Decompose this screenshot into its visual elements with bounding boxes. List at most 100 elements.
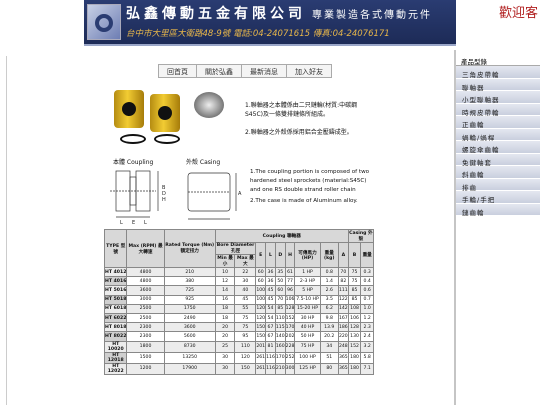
table-cell: 128 xyxy=(284,303,296,314)
table-cell: 22 xyxy=(234,266,257,278)
sidebar-item-sprocket[interactable]: 鏈齒輪 xyxy=(456,203,540,217)
table-cell: 60 xyxy=(255,266,267,278)
col-maxb: Max 最大 xyxy=(234,254,257,268)
table-cell: HT 10020 xyxy=(103,340,128,353)
table-cell: 167 xyxy=(337,312,349,324)
col-l: L xyxy=(265,242,276,268)
table-cell: 45 xyxy=(265,285,276,296)
table-cell: 45 xyxy=(265,294,276,305)
sidebar-item-timing-pulley[interactable]: 時規皮帶輪 xyxy=(456,103,540,117)
table-row: HT 6022 2500 2490 18 75 120 54 110 152 30 HP 9.8 16… xyxy=(103,312,374,324)
table-cell: 77 xyxy=(284,276,296,287)
table-cell: 261 xyxy=(255,362,267,375)
table-cell: 3600 xyxy=(163,322,216,333)
sidebar-item-keyless-bushing[interactable]: 免鍵軸套 xyxy=(456,153,540,167)
table-cell: 170 xyxy=(274,351,286,364)
table-cell: 1.0 xyxy=(360,303,374,314)
col-weight: 重量 (kg) xyxy=(319,242,339,268)
table-cell: 2500 xyxy=(126,303,165,314)
nav-home[interactable]: 回首頁 xyxy=(159,65,197,77)
sidebar-item-helical-gear[interactable]: 斜齒輪 xyxy=(456,166,540,179)
table-cell: 180 xyxy=(347,351,362,364)
table-cell: 14 xyxy=(214,285,236,296)
table-cell: 2.3 xyxy=(360,322,374,333)
table-cell: 8730 xyxy=(163,340,216,353)
table-cell: 96 xyxy=(284,285,296,296)
table-cell: 50 xyxy=(274,276,286,287)
table-cell: 1500 xyxy=(126,351,165,364)
table-row: HT 10020 1800 8730 25 110 201 81 160 228 75 HP 34 2… xyxy=(103,340,374,353)
table-cell: 67 xyxy=(265,322,276,333)
table-row: HT 4012 4800 210 10 22 60 36 35 61 1 HP 0.8 70 75 0.3 xyxy=(103,266,374,278)
sidebar-item-spur-gear[interactable]: 正齒輪 xyxy=(456,116,540,129)
description-english: 1.The coupling portion is composed of tw… xyxy=(250,168,375,208)
table-cell: 122 xyxy=(337,294,349,305)
table-cell: 30 xyxy=(214,362,236,375)
table-cell: 186 xyxy=(337,322,349,333)
table-cell: 70 xyxy=(274,294,286,305)
sidebar-item-worm-gear[interactable]: 蝸輪/蝸桿 xyxy=(456,128,540,142)
table-cell: 2490 xyxy=(163,312,216,324)
coupling-yellow-right xyxy=(150,94,180,132)
table-cell: 106 xyxy=(347,312,362,324)
table-cell: 365 xyxy=(337,351,349,364)
description-chinese: 1.聯軸器之本體係由二只鏈輪(材質:中碳鋼 S45C)及一條雙排鏈條所組成。 2… xyxy=(245,101,370,146)
table-row: HT 12022 1200 17900 30 150 261 116 210 300 125 HP… xyxy=(103,362,374,375)
table-cell: 45 xyxy=(234,294,257,305)
table-cell: HT 4012 xyxy=(103,266,128,278)
table-cell: 106 xyxy=(284,294,296,305)
table-cell: 140 xyxy=(274,331,286,342)
table-cell: 13.9 xyxy=(319,322,339,333)
spec-table: TYPE 型號 Max (RPM) 最大轉速 Rated Torque (Nm)… xyxy=(103,229,375,375)
table-cell: 220 xyxy=(337,331,349,342)
col-casing: Casing 外殼 xyxy=(347,229,375,243)
table-cell: 61 xyxy=(284,266,296,278)
sprocket-image xyxy=(194,92,224,118)
table-cell: 300 xyxy=(284,362,296,375)
table-cell: HT 8022 xyxy=(103,331,128,342)
table-row: HT 12018 1500 13250 30 120 261 116 170 252 100 HP… xyxy=(103,351,374,364)
table-cell: 925 xyxy=(163,294,216,305)
sidebar-item-v-belt-pulley[interactable]: 三角皮帶輪 xyxy=(456,66,540,79)
table-cell: 2.6 xyxy=(319,285,339,296)
table-cell: 152 xyxy=(347,340,362,353)
nav-add-friend[interactable]: 加入好友 xyxy=(287,65,331,77)
table-cell: 1.2 xyxy=(360,312,374,324)
table-cell: 210 xyxy=(274,362,286,375)
table-cell: 35 xyxy=(274,266,286,278)
table-cell: 110 xyxy=(234,340,257,353)
table-cell: 20.2 xyxy=(319,331,339,342)
sidebar-item-rack[interactable]: 排齒 xyxy=(456,178,540,192)
col-b: B xyxy=(347,242,362,268)
table-cell: 25 xyxy=(214,340,236,353)
table-cell: 725 xyxy=(163,285,216,296)
table-cell: 110 xyxy=(274,312,286,324)
table-cell: 116 xyxy=(265,362,276,375)
table-cell: 228 xyxy=(284,340,296,353)
table-row: HT 8018 2300 3600 20 75 150 67 115 170 40 HP 13.9 1… xyxy=(103,322,374,333)
coupling-yellow-left xyxy=(114,90,144,128)
table-cell: 18 xyxy=(214,312,236,324)
nav-about[interactable]: 關於弘鑫 xyxy=(197,65,242,77)
sidebar-item-bevel-gear[interactable]: 螺旋傘齒輪 xyxy=(456,141,540,154)
table-cell: 34 xyxy=(319,340,339,353)
company-address: 台中市大里區大衛路48-9號 電話:04-24071615 傳真:04-2407… xyxy=(126,29,390,39)
table-cell: HT 6018 xyxy=(103,303,128,314)
table-cell: 202 xyxy=(284,331,296,342)
table-cell: 3600 xyxy=(126,285,165,296)
nav-news[interactable]: 最新消息 xyxy=(242,65,287,77)
sidebar-item-small-coupling[interactable]: 小型聯軸器 xyxy=(456,91,540,104)
table-cell: 252 xyxy=(284,351,296,364)
table-cell: 2300 xyxy=(126,322,165,333)
welcome-text: 歡迎客 xyxy=(498,6,538,21)
table-cell: 1800 xyxy=(126,340,165,353)
table-cell: 60 xyxy=(255,276,267,287)
table-cell: 67 xyxy=(265,331,276,342)
table-cell: HT 12018 xyxy=(103,351,128,364)
sidebar-item-handwheel[interactable]: 手輪/手把 xyxy=(456,191,540,204)
dim-label-a: A xyxy=(238,191,242,197)
table-cell: 116 xyxy=(265,351,276,364)
col-d: D xyxy=(274,242,286,268)
sidebar-item-coupling[interactable]: 聯軸器 xyxy=(456,78,540,92)
table-cell: 0.6 xyxy=(360,285,374,296)
